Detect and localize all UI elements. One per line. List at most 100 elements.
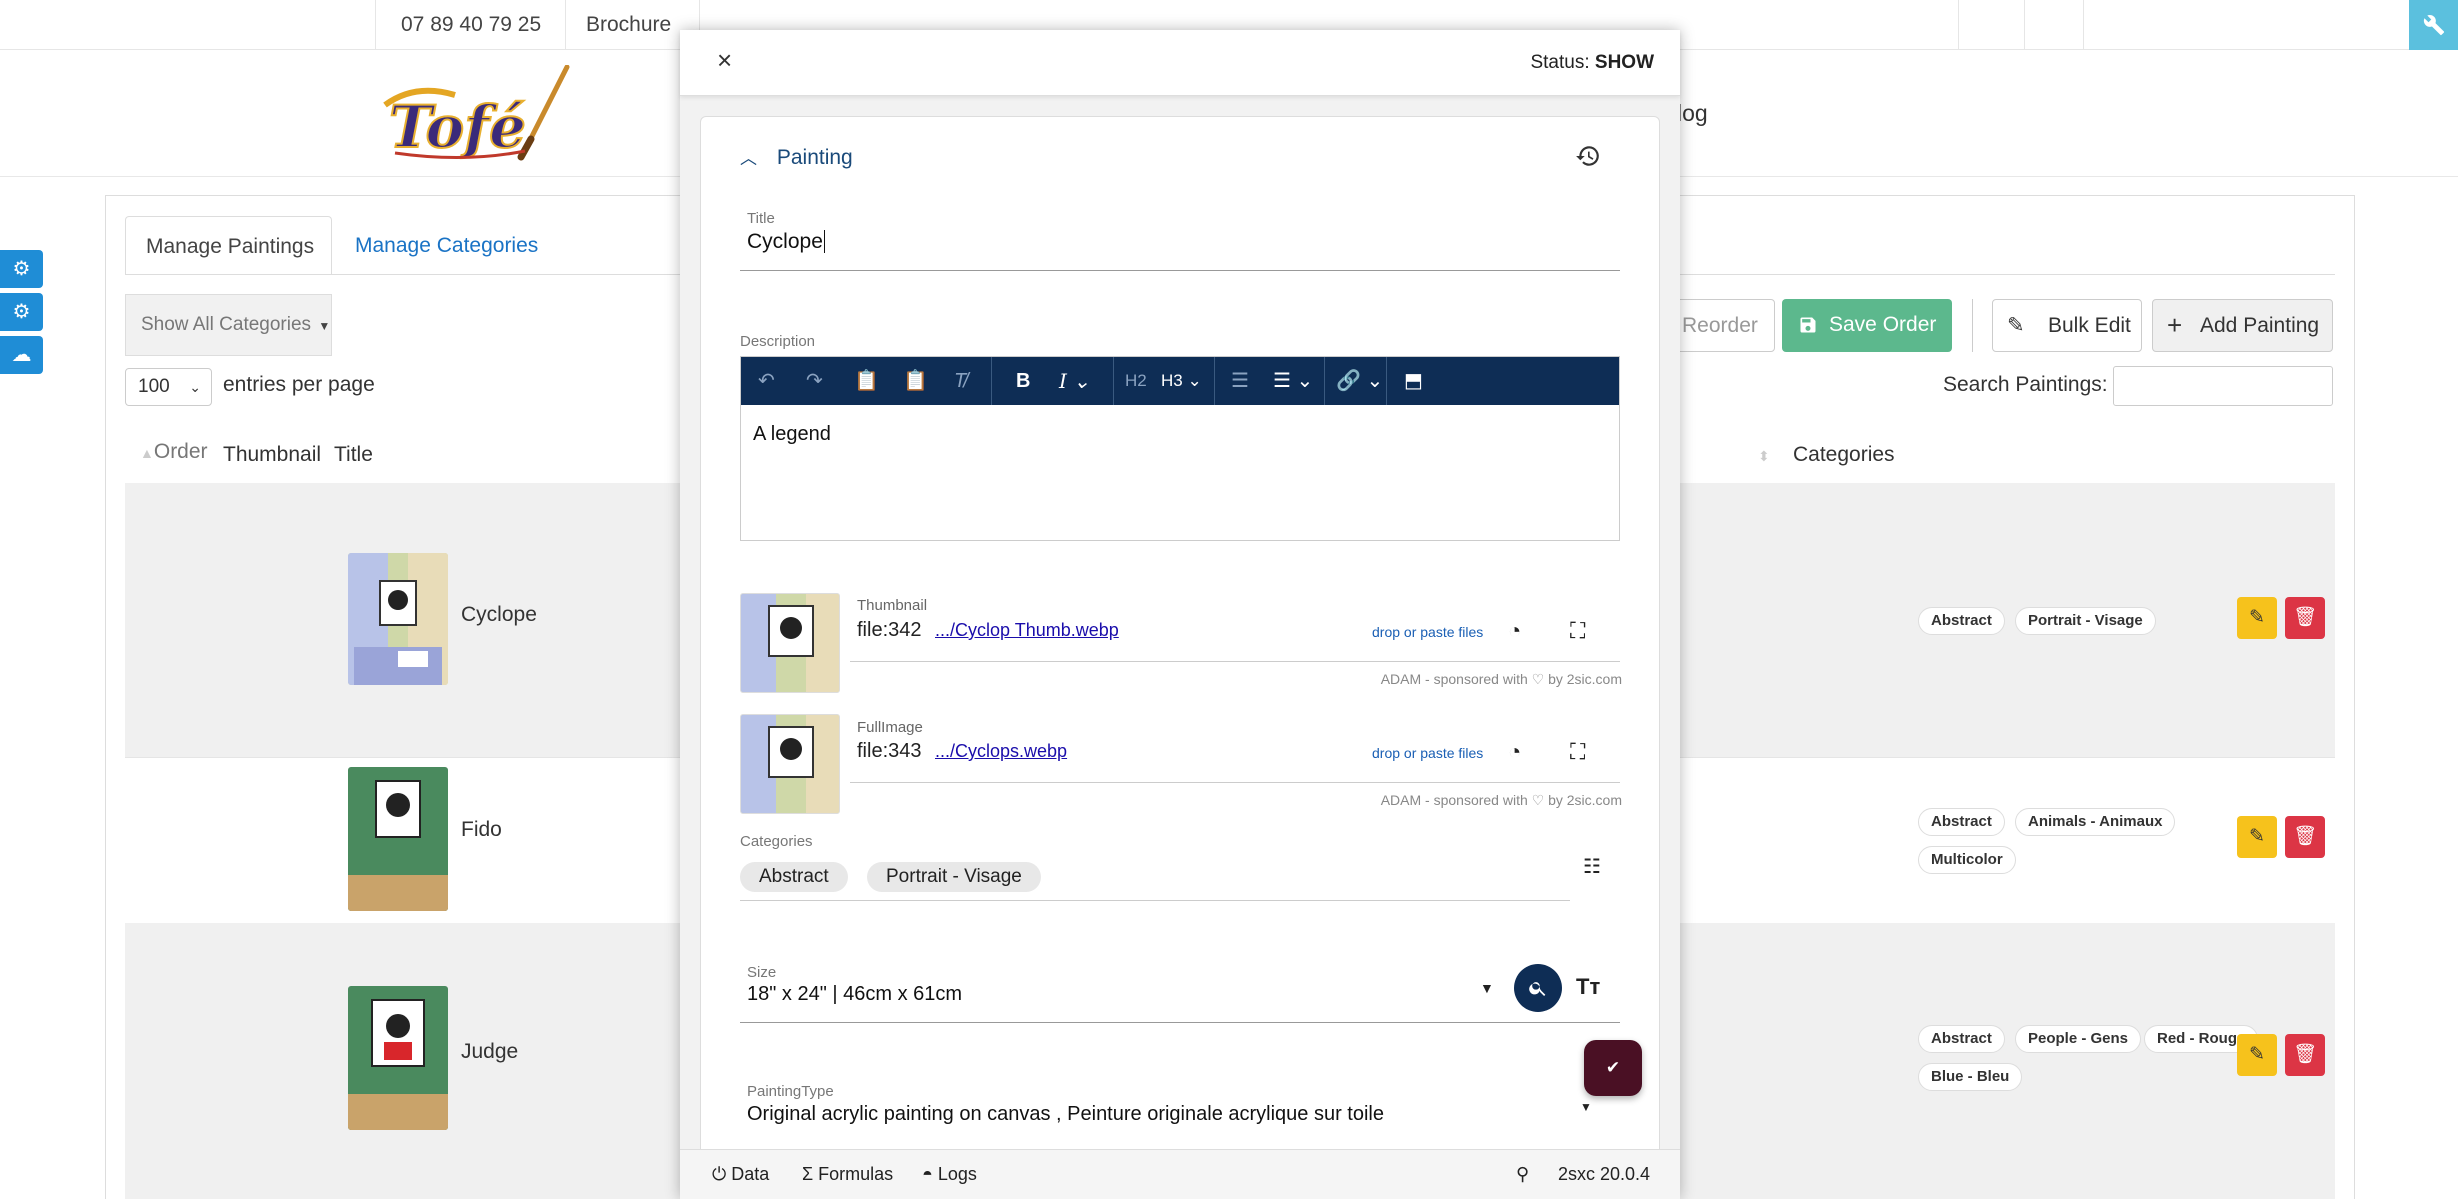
- row-title: Cyclope: [461, 603, 537, 626]
- paste-text-icon[interactable]: 📋: [903, 357, 928, 405]
- group-toggle[interactable]: ︿ Painting: [740, 144, 853, 170]
- wrench-icon[interactable]: [2409, 0, 2458, 50]
- column-header-title[interactable]: Title: [334, 443, 373, 467]
- row-title: Fido: [461, 818, 502, 841]
- category-chip[interactable]: Portrait - Visage: [867, 862, 1041, 892]
- formulas-button[interactable]: Σ Formulas: [802, 1164, 893, 1185]
- edit-icon: ✎: [2007, 314, 2025, 337]
- add-painting-button[interactable]: + Add Painting: [2152, 299, 2333, 352]
- entries-select[interactable]: 100 ⌄: [125, 368, 212, 406]
- thumbnail-label: Thumbnail: [857, 597, 928, 614]
- category-badge: Abstract: [1918, 607, 2005, 635]
- title-field[interactable]: Cyclope: [747, 230, 825, 254]
- redo-icon[interactable]: ↷: [806, 357, 823, 405]
- thumbnail-file-link[interactable]: .../Cyclop Thumb.webp: [935, 620, 1119, 641]
- list-edit-icon[interactable]: ☷: [1583, 854, 1601, 879]
- italic-icon[interactable]: I ⌄: [1059, 357, 1090, 405]
- dialog-footer: ⏻ Data Σ Formulas ◓ Logs ⚲ 2sxc 20.0.4: [680, 1149, 1680, 1199]
- text-size-icon[interactable]: Tт: [1576, 974, 1600, 1000]
- clear-format-icon[interactable]: T̸: [954, 357, 966, 405]
- scan-icon[interactable]: ⛶: [1570, 739, 1585, 765]
- row-thumbnail[interactable]: [348, 553, 448, 685]
- numbered-list-icon[interactable]: ☰: [1231, 357, 1249, 405]
- delete-button[interactable]: 🗑: [2285, 597, 2325, 639]
- bullet-list-icon[interactable]: ☰ ⌄: [1273, 357, 1313, 405]
- data-icon: ⏻: [712, 1164, 727, 1184]
- search-label: Search Paintings:: [1943, 373, 2108, 396]
- floppy-icon: [1798, 299, 1818, 355]
- bulk-edit-button[interactable]: ✎ Bulk Edit: [1992, 299, 2142, 352]
- apple-icon[interactable]: ◔: [1508, 618, 1521, 644]
- delete-button[interactable]: 🗑: [2285, 1034, 2325, 1076]
- adam-sponsor-note: ADAM - sponsored with ♡ by 2sic.com: [1380, 792, 1622, 808]
- save-check-button[interactable]: ✔: [1584, 1040, 1642, 1096]
- cloud-upload-icon[interactable]: ☁: [0, 336, 43, 374]
- topbar-slot: [2024, 0, 2084, 50]
- sort-up-icon: ▲: [140, 445, 154, 461]
- fullimage-file-link[interactable]: .../Cyclops.webp: [935, 741, 1067, 762]
- category-filter-dropdown[interactable]: Show All Categories ▼: [125, 294, 332, 356]
- status-indicator[interactable]: Status: SHOW: [1530, 52, 1654, 74]
- size-select[interactable]: 18" x 24" | 46cm x 61cm: [747, 983, 962, 1006]
- gear-icon[interactable]: ⚙: [0, 293, 43, 331]
- fullimage-preview[interactable]: [740, 714, 840, 814]
- close-icon[interactable]: ×: [717, 45, 732, 76]
- paste-icon[interactable]: 📋: [854, 357, 879, 405]
- logs-button[interactable]: ◓ Logs: [922, 1164, 977, 1185]
- category-chip[interactable]: Abstract: [740, 862, 848, 892]
- category-badge: People - Gens: [2015, 1025, 2142, 1053]
- reorder-button[interactable]: Reorder: [1675, 299, 1775, 352]
- heading-2-button[interactable]: H2: [1125, 357, 1147, 405]
- expand-editor-icon[interactable]: ⬒: [1404, 357, 1423, 405]
- row-thumbnail[interactable]: [348, 986, 448, 1130]
- cogs-icon[interactable]: ⚙: [0, 250, 43, 288]
- thumbnail-file-id: file:342: [857, 619, 922, 641]
- tab-manage-categories[interactable]: Manage Categories: [355, 216, 538, 275]
- category-filter-label: Show All Categories: [141, 314, 312, 335]
- fullimage-drop-zone[interactable]: drop or paste files: [1372, 745, 1483, 761]
- edit-button[interactable]: ✎: [2237, 816, 2277, 858]
- phone-number[interactable]: 07 89 40 79 25: [375, 0, 585, 50]
- nav-item-blog[interactable]: log: [1677, 100, 1708, 127]
- painting-type-select[interactable]: Original acrylic painting on canvas , Pe…: [747, 1103, 1384, 1126]
- column-header-categories[interactable]: Categories: [1793, 443, 1895, 467]
- search-input[interactable]: [2113, 366, 2333, 406]
- fullimage-label: FullImage: [857, 719, 923, 736]
- chevron-down-icon: ⌄: [189, 379, 201, 395]
- undo-icon[interactable]: ↶: [758, 357, 775, 405]
- data-button[interactable]: ⏻ Data: [712, 1164, 769, 1185]
- caret-down-icon[interactable]: ▼: [1580, 1100, 1592, 1114]
- caret-down-icon[interactable]: ▼: [1480, 980, 1494, 996]
- sort-icon: ⬍: [1758, 448, 1770, 464]
- category-badge: Blue - Bleu: [1918, 1063, 2023, 1091]
- rich-text-editor[interactable]: ↶ ↷ 📋 📋 T̸ B I ⌄ H2 H3 ⌄ ☰ ☰ ⌄ 🔗 ⌄ ⬒ A l…: [740, 356, 1620, 541]
- tab-manage-paintings[interactable]: Manage Paintings: [125, 216, 332, 275]
- column-header-order[interactable]: ▲Order: [140, 440, 208, 464]
- search-icon[interactable]: [1514, 964, 1562, 1012]
- title-underline: [740, 270, 1620, 271]
- version-label: 2sxc 20.0.4: [1558, 1164, 1651, 1184]
- side-toolbar: ⚙ ⚙ ☁: [0, 250, 43, 379]
- bold-icon[interactable]: B: [1016, 357, 1030, 405]
- link-icon[interactable]: 🔗 ⌄: [1336, 357, 1383, 405]
- status-value: SHOW: [1594, 52, 1654, 73]
- heading-3-button[interactable]: H3 ⌄: [1161, 357, 1202, 405]
- save-order-button[interactable]: Save Order: [1782, 299, 1952, 352]
- scan-icon[interactable]: ⛶: [1570, 618, 1585, 644]
- adam-sponsor-note: ADAM - sponsored with ♡ by 2sic.com: [1380, 671, 1622, 687]
- edit-button[interactable]: ✎: [2237, 1034, 2277, 1076]
- category-badge: Multicolor: [1918, 846, 2016, 874]
- toolbar-separator: [1972, 299, 1973, 352]
- edit-dialog: × Status: SHOW ︿ Painting Title Cyclope …: [680, 30, 1680, 1199]
- delete-button[interactable]: 🗑: [2285, 816, 2325, 858]
- category-badge: Portrait - Visage: [2015, 607, 2156, 635]
- row-thumbnail[interactable]: [348, 767, 448, 911]
- description-text: A legend: [753, 423, 831, 445]
- thumbnail-underline: [850, 661, 1620, 662]
- thumbnail-drop-zone[interactable]: drop or paste files: [1372, 624, 1483, 640]
- apple-icon[interactable]: ◔: [1508, 739, 1521, 765]
- thumbnail-preview[interactable]: [740, 593, 840, 693]
- site-logo[interactable]: Tofé: [375, 64, 570, 165]
- history-icon[interactable]: [1575, 143, 1601, 169]
- edit-button[interactable]: ✎: [2237, 597, 2277, 639]
